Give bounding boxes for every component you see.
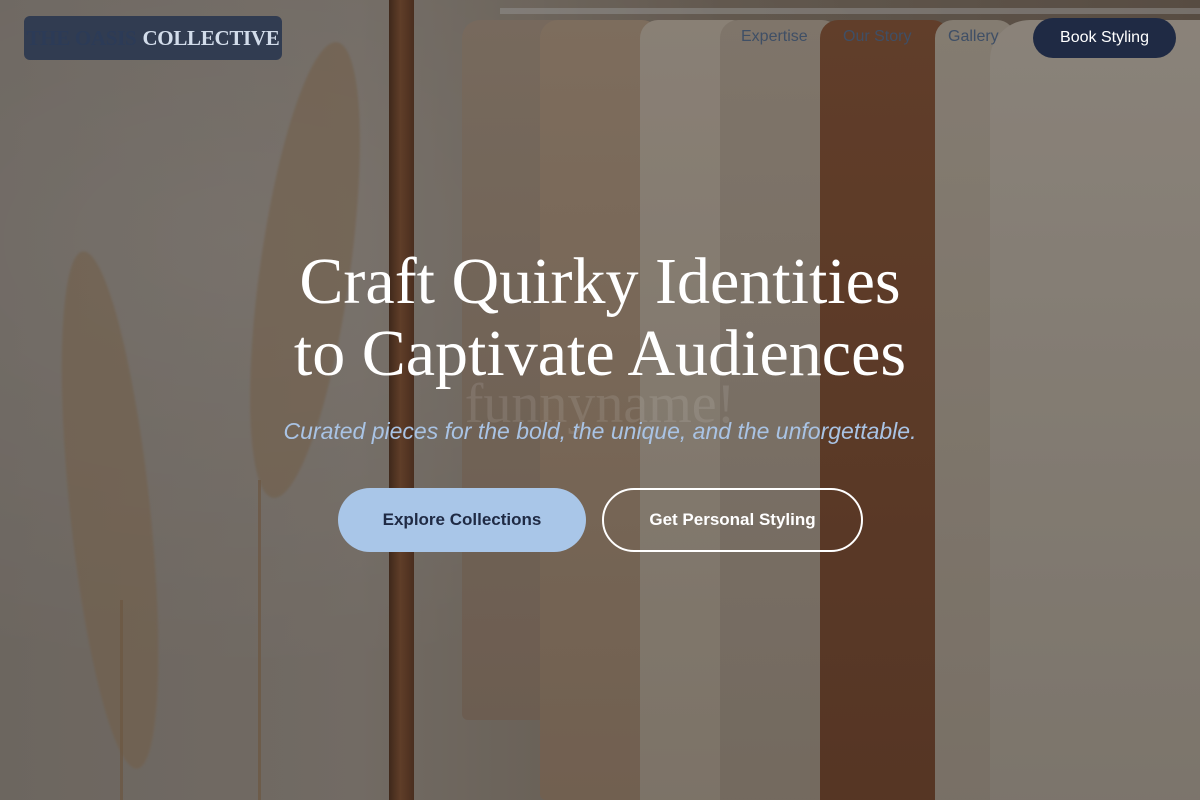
hero-title-line-1: Craft Quirky Identities (299, 245, 901, 318)
brand-name-part1: THE OASIS (26, 25, 137, 50)
nav-link-our-story[interactable]: Our Story (843, 28, 911, 46)
nav-link-expertise[interactable]: Expertise (741, 28, 808, 46)
nav-link-gallery[interactable]: Gallery (948, 28, 999, 46)
brand-name-part2: COLLECTIVE (142, 25, 280, 50)
get-personal-styling-button[interactable]: Get Personal Styling (602, 488, 863, 552)
explore-collections-button[interactable]: Explore Collections (338, 488, 586, 552)
hero-subtitle: Curated pieces for the bold, the unique,… (283, 418, 917, 444)
hero-title: Craft Quirky Identities to Captivate Aud… (0, 246, 1200, 390)
brand-logo[interactable]: THE OASIS COLLECTIVE (24, 16, 282, 60)
book-styling-button[interactable]: Book Styling (1033, 18, 1176, 58)
